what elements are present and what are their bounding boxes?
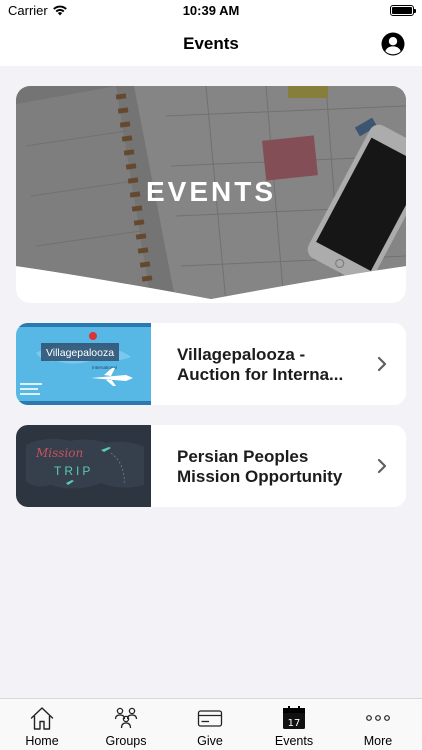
chevron-right-icon bbox=[377, 458, 387, 474]
tab-label: Groups bbox=[105, 734, 147, 748]
tab-label: Events bbox=[274, 734, 314, 748]
thumb-villagepalooza-text: Villagepalooza bbox=[46, 347, 114, 359]
event-title: Villagepalooza - Auction for Interna... bbox=[177, 345, 344, 384]
profile-icon[interactable] bbox=[381, 32, 405, 56]
event-thumbnail-mission-trip: Mission TRIP bbox=[16, 425, 151, 507]
status-time: 10:39 AM bbox=[182, 3, 240, 18]
tab-label: Home bbox=[25, 734, 59, 748]
status-bar: Carrier 10:39 AM bbox=[0, 0, 422, 22]
groups-icon bbox=[114, 707, 138, 729]
calendar-day-text: 17 bbox=[288, 718, 301, 729]
battery-icon bbox=[390, 5, 416, 16]
event-card-persian-peoples[interactable]: Mission TRIP Persian Peoples Mission Opp… bbox=[16, 425, 406, 507]
calendar-icon: 17 bbox=[283, 706, 305, 729]
thumb-trip-text: TRIP bbox=[54, 464, 93, 478]
chevron-right-icon bbox=[377, 356, 387, 372]
tab-events[interactable]: 17 Events bbox=[252, 699, 336, 750]
nav-bar: Events bbox=[0, 22, 422, 66]
home-icon bbox=[30, 707, 54, 730]
events-hero-banner[interactable]: EVENTS bbox=[16, 86, 406, 303]
tab-groups[interactable]: Groups bbox=[84, 699, 168, 750]
event-card-villagepalooza[interactable]: Villagepalooza International Villagepalo… bbox=[16, 323, 406, 405]
more-dots-icon bbox=[366, 715, 390, 721]
tab-label: Give bbox=[197, 734, 223, 748]
tab-label: More bbox=[363, 734, 393, 748]
tab-give[interactable]: Give bbox=[168, 699, 252, 750]
hero-title: EVENTS bbox=[145, 176, 277, 207]
event-title: Persian Peoples Mission Opportunity bbox=[177, 447, 343, 486]
tab-home[interactable]: Home bbox=[0, 699, 84, 750]
event-thumbnail-villagepalooza: Villagepalooza International bbox=[16, 323, 151, 405]
page-title: Events bbox=[183, 34, 239, 53]
tab-more[interactable]: More bbox=[336, 699, 420, 750]
tab-bar: Home Groups Give 17 Events More bbox=[0, 698, 422, 750]
thumb-mission-text: Mission bbox=[35, 446, 83, 460]
give-card-icon bbox=[197, 710, 223, 727]
